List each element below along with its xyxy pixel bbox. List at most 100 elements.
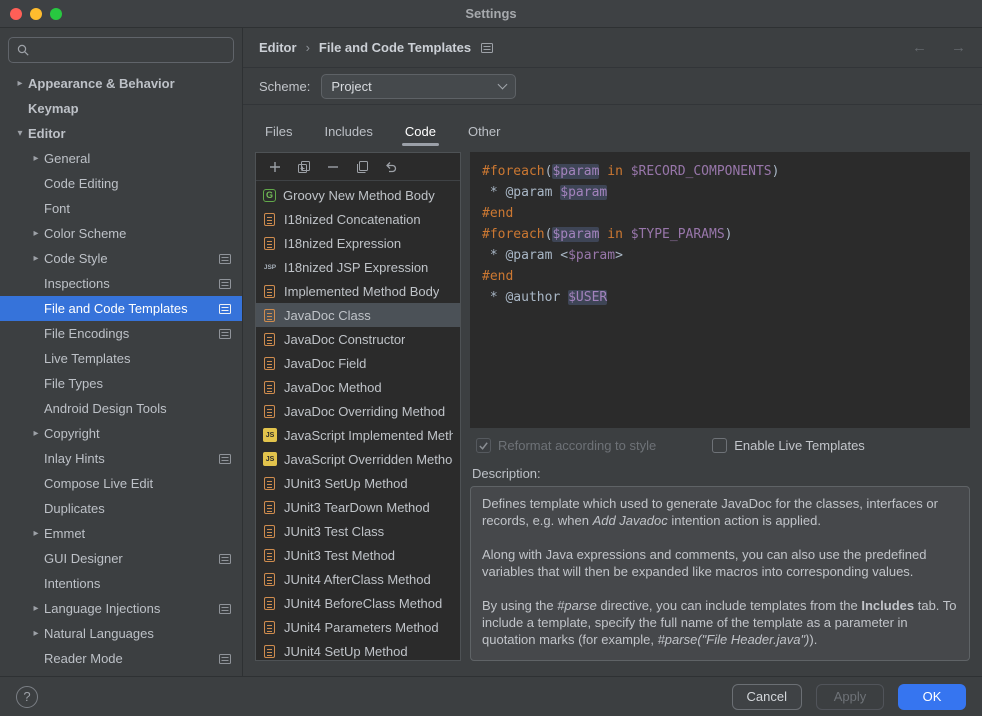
- template-item-label: JUnit4 Parameters Method: [284, 620, 439, 635]
- template-item-javadoc-class[interactable]: JavaDoc Class: [256, 303, 460, 327]
- unchecked-checkbox-icon[interactable]: [712, 438, 727, 453]
- sidebar-item-gui-designer[interactable]: GUI Designer: [0, 546, 242, 571]
- template-file-icon: [264, 333, 275, 346]
- sidebar-item-intentions[interactable]: Intentions: [0, 571, 242, 596]
- template-item-junit4-beforeclass-method[interactable]: JUnit4 BeforeClass Method: [256, 591, 460, 615]
- js-file-icon: JS: [263, 428, 277, 442]
- add-template-button[interactable]: [267, 159, 283, 175]
- zoom-button[interactable]: [50, 8, 62, 20]
- sidebar-item-live-templates[interactable]: Live Templates: [0, 346, 242, 371]
- template-editor[interactable]: #foreach($param in $RECORD_COMPONENTS) *…: [470, 152, 970, 428]
- help-button[interactable]: ?: [16, 686, 38, 708]
- template-item-javadoc-field[interactable]: JavaDoc Field: [256, 351, 460, 375]
- template-file-icon: [264, 477, 275, 490]
- breadcrumb-file-and-code-templates[interactable]: File and Code Templates: [319, 40, 471, 55]
- chevron-down-icon[interactable]: ▾: [12, 128, 28, 139]
- template-item-javadoc-method[interactable]: JavaDoc Method: [256, 375, 460, 399]
- template-item-junit3-test-method[interactable]: JUnit3 Test Method: [256, 543, 460, 567]
- search-box[interactable]: [8, 37, 234, 63]
- chevron-right-icon[interactable]: ▸: [28, 253, 44, 264]
- template-list[interactable]: GGroovy New Method BodyI18nized Concaten…: [256, 181, 460, 660]
- tab-other[interactable]: Other: [468, 124, 501, 150]
- chevron-right-icon[interactable]: ▸: [28, 603, 44, 614]
- sidebar-item-emmet[interactable]: ▸Emmet: [0, 521, 242, 546]
- sidebar-item-general[interactable]: ▸General: [0, 146, 242, 171]
- sidebar-item-android-design-tools[interactable]: Android Design Tools: [0, 396, 242, 421]
- chevron-right-icon[interactable]: ▸: [28, 228, 44, 239]
- template-item-implemented-method-body[interactable]: Implemented Method Body: [256, 279, 460, 303]
- copy-template-button[interactable]: [354, 159, 370, 175]
- minimize-button[interactable]: [30, 8, 42, 20]
- description-panel[interactable]: Defines template which used to generate …: [470, 486, 970, 661]
- checkbox-enable-live-templates[interactable]: Enable Live Templates: [712, 438, 865, 453]
- sidebar-item-label: GUI Designer: [44, 551, 123, 566]
- template-item-i18nized-expression[interactable]: I18nized Expression: [256, 231, 460, 255]
- templates-body: GGroovy New Method BodyI18nized Concaten…: [243, 150, 982, 676]
- tab-code[interactable]: Code: [405, 124, 436, 150]
- ok-button[interactable]: OK: [898, 684, 966, 710]
- template-item-junit4-parameters-method[interactable]: JUnit4 Parameters Method: [256, 615, 460, 639]
- sidebar-item-code-style[interactable]: ▸Code Style: [0, 246, 242, 271]
- sidebar-item-language-injections[interactable]: ▸Language Injections: [0, 596, 242, 621]
- sidebar-item-file-encodings[interactable]: File Encodings: [0, 321, 242, 346]
- template-item-javadoc-constructor[interactable]: JavaDoc Constructor: [256, 327, 460, 351]
- template-item-junit4-setup-method[interactable]: JUnit4 SetUp Method: [256, 639, 460, 660]
- sidebar-item-editor[interactable]: ▾Editor: [0, 121, 242, 146]
- back-button[interactable]: ←: [912, 39, 927, 56]
- cancel-button[interactable]: Cancel: [732, 684, 802, 710]
- sidebar-item-compose-live-edit[interactable]: Compose Live Edit: [0, 471, 242, 496]
- sidebar-item-copyright[interactable]: ▸Copyright: [0, 421, 242, 446]
- reset-template-button[interactable]: [383, 159, 399, 175]
- footer-buttons: Cancel Apply OK: [732, 684, 966, 710]
- tab-files[interactable]: Files: [265, 124, 292, 150]
- template-item-javadoc-overriding-method[interactable]: JavaDoc Overriding Method: [256, 399, 460, 423]
- sidebar-item-file-types[interactable]: File Types: [0, 371, 242, 396]
- template-item-i18nized-jsp-expression[interactable]: JSPI18nized JSP Expression: [256, 255, 460, 279]
- chevron-right-icon[interactable]: ▸: [28, 428, 44, 439]
- apply-button[interactable]: Apply: [816, 684, 884, 710]
- remove-template-button[interactable]: [325, 159, 341, 175]
- template-item-junit4-afterclass-method[interactable]: JUnit4 AfterClass Method: [256, 567, 460, 591]
- sidebar-item-file-and-code-templates[interactable]: File and Code Templates: [0, 296, 242, 321]
- template-item-groovy-new-method-body[interactable]: GGroovy New Method Body: [256, 183, 460, 207]
- create-child-template-button[interactable]: [296, 159, 312, 175]
- sidebar-item-inspections[interactable]: Inspections: [0, 271, 242, 296]
- code-line: * @author $USER: [482, 287, 958, 308]
- sidebar-item-color-scheme[interactable]: ▸Color Scheme: [0, 221, 242, 246]
- sidebar-item-keymap[interactable]: Keymap: [0, 96, 242, 121]
- template-file-icon: [264, 309, 275, 322]
- search-input[interactable]: [35, 43, 226, 58]
- groovy-file-icon: G: [263, 189, 276, 202]
- js-file-icon: JS: [263, 452, 277, 466]
- sidebar-item-font[interactable]: Font: [0, 196, 242, 221]
- template-item-i18nized-concatenation[interactable]: I18nized Concatenation: [256, 207, 460, 231]
- template-item-javascript-overridden-method[interactable]: JSJavaScript Overridden Method: [256, 447, 460, 471]
- sidebar-item-appearance-behavior[interactable]: ▸Appearance & Behavior: [0, 71, 242, 96]
- sidebar-item-duplicates[interactable]: Duplicates: [0, 496, 242, 521]
- template-item-label: I18nized Expression: [284, 236, 401, 251]
- template-item-junit3-test-class[interactable]: JUnit3 Test Class: [256, 519, 460, 543]
- sidebar-item-label: File Types: [44, 376, 103, 391]
- search-icon: [16, 43, 30, 57]
- scheme-select[interactable]: Project: [321, 74, 516, 99]
- template-item-junit3-setup-method[interactable]: JUnit3 SetUp Method: [256, 471, 460, 495]
- sidebar-item-label: Language Injections: [44, 601, 160, 616]
- close-button[interactable]: [10, 8, 22, 20]
- sidebar-item-reader-mode[interactable]: Reader Mode: [0, 646, 242, 671]
- checkbox-reformat-according-to-style[interactable]: Reformat according to style: [476, 438, 656, 453]
- checked-checkbox-icon[interactable]: [476, 438, 491, 453]
- description-paragraph: Defines template which used to generate …: [482, 495, 958, 529]
- template-item-javascript-implemented-method[interactable]: JSJavaScript Implemented Method: [256, 423, 460, 447]
- chevron-right-icon[interactable]: ▸: [28, 528, 44, 539]
- chevron-right-icon[interactable]: ▸: [28, 628, 44, 639]
- breadcrumb-editor[interactable]: Editor: [259, 40, 297, 55]
- chevron-right-icon[interactable]: ▸: [28, 153, 44, 164]
- tab-includes[interactable]: Includes: [324, 124, 372, 150]
- template-item-junit3-teardown-method[interactable]: JUnit3 TearDown Method: [256, 495, 460, 519]
- sidebar-item-code-editing[interactable]: Code Editing: [0, 171, 242, 196]
- sidebar-item-inlay-hints[interactable]: Inlay Hints: [0, 446, 242, 471]
- chevron-right-icon[interactable]: ▸: [12, 78, 28, 89]
- sidebar-item-natural-languages[interactable]: ▸Natural Languages: [0, 621, 242, 646]
- chevron-down-icon: [498, 79, 508, 89]
- forward-button[interactable]: →: [951, 39, 966, 56]
